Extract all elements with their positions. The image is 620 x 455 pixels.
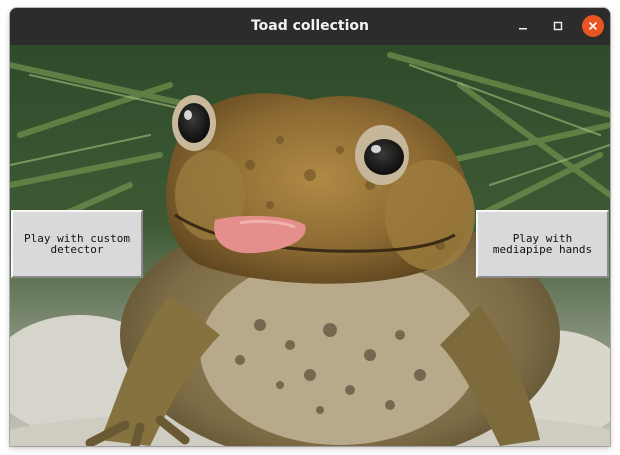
custom-detector-button[interactable]: Play with custom detector [11, 210, 143, 278]
custom-detector-label: Play with custom detector [24, 232, 130, 256]
title-bar[interactable]: Toad collection [10, 8, 610, 45]
app-window: Toad collection Play with custom detecto… [10, 8, 610, 446]
mediapipe-hands-label: Play with mediapipe hands [492, 232, 593, 256]
minimize-icon [519, 28, 527, 30]
close-button[interactable] [582, 15, 604, 37]
maximize-icon [553, 21, 563, 31]
maximize-button[interactable] [547, 15, 569, 37]
close-icon [589, 22, 597, 30]
minimize-button[interactable] [512, 15, 534, 37]
mediapipe-hands-button[interactable]: Play with mediapipe hands [476, 210, 609, 278]
camera-view: Play with custom detector Play with medi… [10, 45, 610, 446]
